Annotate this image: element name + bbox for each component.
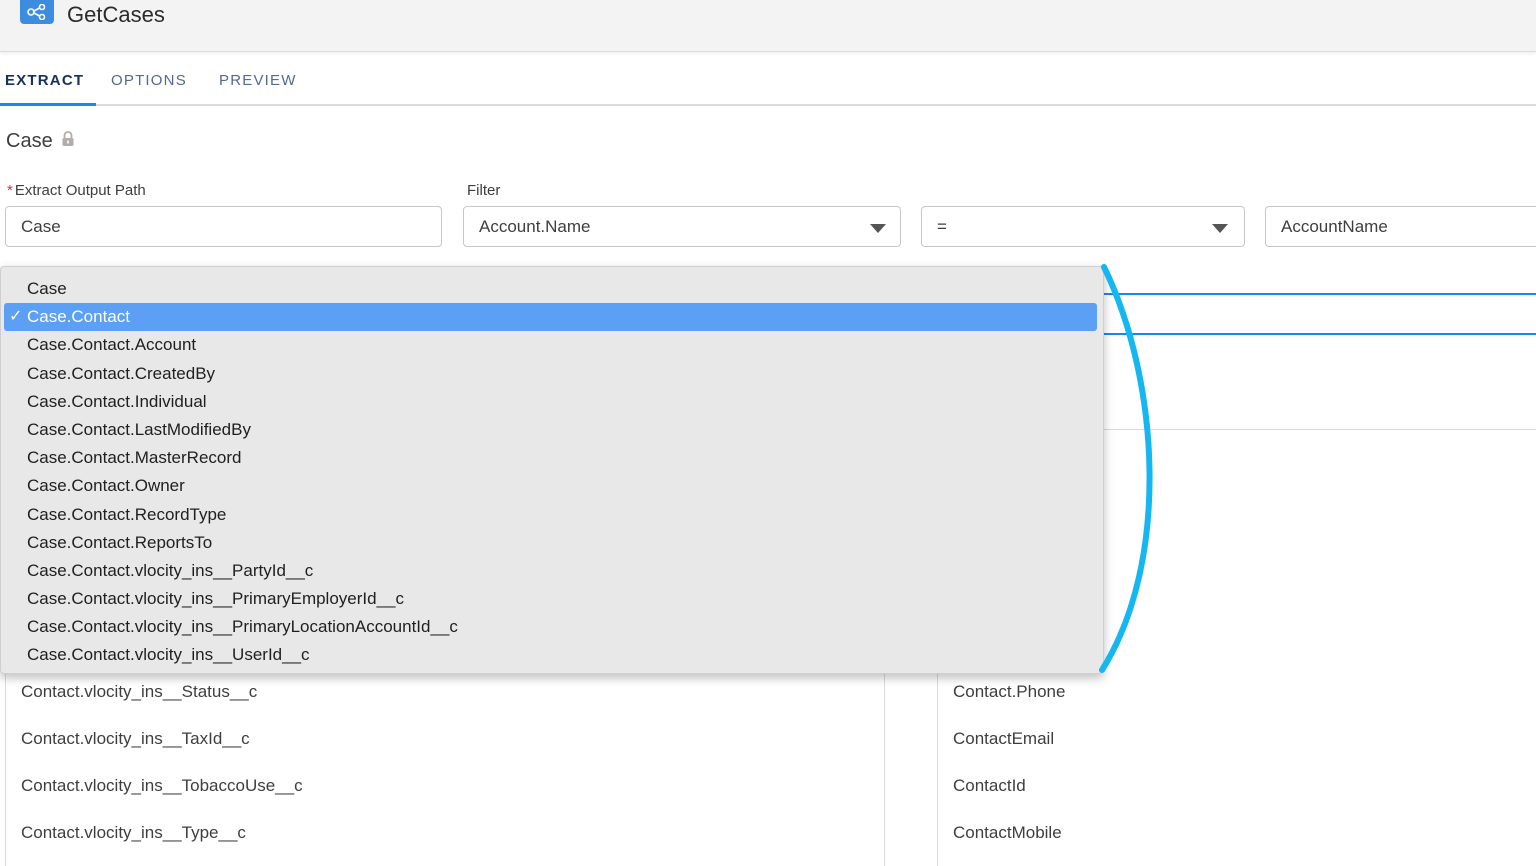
list-item[interactable]: Contact.vlocity_ins__TaxId__c xyxy=(21,729,250,749)
tab-extract[interactable]: EXTRACT xyxy=(5,72,84,89)
panel-border-left xyxy=(5,674,6,866)
chevron-down-icon xyxy=(1212,224,1228,233)
dropdown-option[interactable]: Case.Contact.vlocity_ins__PrimaryEmploye… xyxy=(1,585,1097,613)
filter-field-select[interactable]: Account.Name xyxy=(463,206,901,247)
chevron-down-icon xyxy=(870,224,886,233)
lock-icon xyxy=(61,130,75,153)
dropdown-option[interactable]: Case.Contact.RecordType xyxy=(1,501,1097,529)
extract-output-path-input[interactable]: Case xyxy=(5,206,442,247)
app-header: GetCases xyxy=(0,0,1536,52)
extract-output-path-label: * Extract Output Path xyxy=(7,182,146,199)
dropdown-option[interactable]: Case.Contact.CreatedBy xyxy=(1,360,1097,388)
panel-border-right xyxy=(937,674,938,866)
dropdown-option[interactable]: Case.Contact.vlocity_ins__PrimaryLocatio… xyxy=(1,613,1097,641)
list-item[interactable]: ContactId xyxy=(953,776,1026,796)
panel-border-middle xyxy=(884,674,885,866)
filter-operator-select[interactable]: = xyxy=(921,206,1245,247)
list-item[interactable]: Contact.vlocity_ins__TobaccoUse__c xyxy=(21,776,303,796)
annotation-bracket xyxy=(1099,264,1153,673)
dropdown-option[interactable]: Case.Contact.Account xyxy=(1,331,1097,359)
section-title: Case xyxy=(6,130,53,152)
dropdown-option[interactable]: Case.Contact.Individual xyxy=(1,388,1097,416)
list-item[interactable]: ContactEmail xyxy=(953,729,1054,749)
hierarchy-icon xyxy=(20,0,54,24)
tab-preview[interactable]: PREVIEW xyxy=(219,72,297,89)
checkmark-icon: ✓ xyxy=(9,308,23,326)
object-path-dropdown[interactable]: Case ✓ Case.Contact Case.Contact.Account … xyxy=(0,266,1104,674)
list-item[interactable]: ContactMobile xyxy=(953,823,1062,843)
list-item[interactable]: Contact.vlocity_ins__Type__c xyxy=(21,823,246,843)
dropdown-option-selected[interactable]: ✓ Case.Contact xyxy=(4,303,1097,332)
active-tab-indicator xyxy=(0,103,96,106)
dropdown-option[interactable]: Case xyxy=(1,275,1097,303)
dropdown-option[interactable]: Case.Contact.Owner xyxy=(1,472,1097,500)
filter-label: Filter xyxy=(467,182,501,199)
dropdown-option[interactable]: Case.Contact.vlocity_ins__UserId__c xyxy=(1,641,1097,669)
app-title: GetCases xyxy=(67,2,165,27)
filter-value-input[interactable]: AccountName xyxy=(1265,206,1536,247)
dropdown-option[interactable]: Case.Contact.ReportsTo xyxy=(1,529,1097,557)
dropdown-option[interactable]: Case.Contact.vlocity_ins__PartyId__c xyxy=(1,557,1097,585)
dropdown-option[interactable]: Case.Contact.MasterRecord xyxy=(1,444,1097,472)
dropdown-option[interactable]: Case.Contact.LastModifiedBy xyxy=(1,416,1097,444)
tab-options[interactable]: OPTIONS xyxy=(111,72,187,89)
tab-bar: EXTRACT OPTIONS PREVIEW xyxy=(0,54,1536,106)
section-header: Case xyxy=(6,130,75,153)
list-item[interactable]: Contact.Phone xyxy=(953,682,1065,702)
list-item[interactable]: Contact.vlocity_ins__Status__c xyxy=(21,682,257,702)
